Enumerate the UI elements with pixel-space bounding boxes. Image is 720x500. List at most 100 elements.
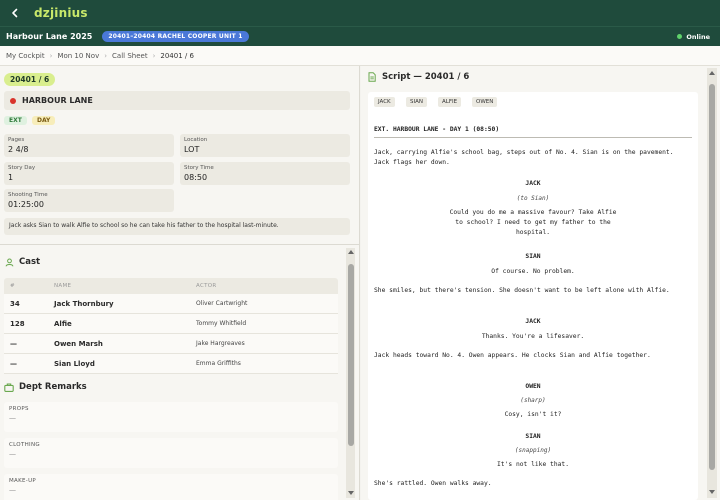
cast-name: Alfie [54,319,72,328]
tag-ext: EXT [4,116,27,125]
person-icon [4,257,14,267]
field-location: Location LOT [180,134,350,157]
field-label: Story Day [8,165,36,171]
project-bar: Harbour Lane 2025 20401–20404 RACHEL COO… [0,26,720,46]
table-row[interactable]: — Owen Marsh Jake Hargreaves [4,334,338,354]
script-title: Script — 20401 / 6 [382,72,470,82]
script-scroll-thumb[interactable] [709,84,715,470]
table-row[interactable]: 34 Jack Thornbury Oliver Cartwright [4,294,338,314]
field-value: 01:25:00 [8,200,44,209]
script-dialogue: Cosy, isn't it? [504,411,562,418]
app-logo: dzjinius [34,6,88,20]
cast-name: Jack Thornbury [54,299,114,308]
remark-label: PROPS [9,406,29,412]
scene-header: HARBOUR LANE [4,91,350,110]
script-action: Jack, carrying Alfie's school bag, steps… [374,149,674,166]
character-chip-alfie[interactable]: ALFIE [438,97,462,107]
document-icon [367,72,377,82]
script-action: Jack heads toward No. 4. Owen appears. H… [374,352,651,359]
cast-section-header: Cast [4,257,40,267]
table-row[interactable]: — Sian Lloyd Emma Griffiths [4,354,338,374]
remarks-section-header: Dept Remarks [4,382,87,392]
column-header-number: # [10,283,15,289]
field-label: Location [184,137,208,143]
cast-title: Cast [19,257,41,267]
remark-clothing: CLOTHING — [4,438,338,468]
connection-status: Online [677,33,714,41]
breadcrumb-cockpit[interactable]: My Cockpit [6,52,45,60]
script-character: OWEN [525,383,541,390]
script-action: She's rattled. Owen walks away. [374,480,492,487]
briefcase-icon [4,382,14,392]
scroll-down-arrow-icon[interactable] [709,490,715,494]
cast-actor: Oliver Cartwright [196,300,248,307]
character-chip-owen[interactable]: OWEN [472,97,498,107]
script-dialogue: Thanks. You're a lifesaver. [481,333,585,340]
field-label: Shooting Time [8,192,48,198]
remark-label: CLOTHING [9,442,40,448]
column-header-name: NAME [54,283,72,289]
breadcrumb: My Cockpit › Mon 10 Nov › Call Sheet › 2… [0,46,720,66]
script-scrollbar[interactable] [707,68,717,498]
cast-table-header: # NAME ACTOR [4,278,338,294]
field-pages: Pages 2 4/8 [4,134,174,157]
project-title: Harbour Lane 2025 [6,32,93,41]
remark-label: MAKE-UP [9,478,37,484]
cast-number: — [10,339,17,348]
script-parenthetical: (snapping) [514,447,552,454]
remark-value: — [9,486,16,494]
breadcrumb-scene: 20401 / 6 [160,51,194,60]
remark-make-up: MAKE-UP — [4,474,338,500]
field-story-day: Story Day 1 [4,162,174,185]
left-scroll-thumb[interactable] [347,264,354,446]
remark-value: — [9,414,16,422]
status-label: Online [686,32,710,41]
online-dot-icon [677,34,683,39]
scroll-up-arrow-icon[interactable] [709,71,715,75]
scene-detail-panel: 20401 / 6 HARBOUR LANE EXT DAY Pages 2 4… [0,66,360,500]
field-value: 1 [8,173,14,182]
field-label: Pages [8,137,25,143]
script-page[interactable]: JACK SIAN ALFIE OWEN EXT. HARBOUR LANE -… [368,92,698,500]
breadcrumb-separator: › [49,51,53,60]
script-action: She smiles, but there's tension. She doe… [374,287,670,294]
script-dialogue: Of course. No problem. [491,268,575,275]
unit-badge[interactable]: 20401–20404 RACHEL COOPER UNIT 1 [102,31,249,42]
scroll-down-arrow-icon[interactable] [347,491,354,495]
scene-synopsis: Jack asks Sian to walk Alfie to school s… [4,218,350,235]
remarks-title: Dept Remarks [19,382,87,392]
script-character: JACK [525,180,541,187]
field-shooting-time: Shooting Time 01:25:00 [4,189,174,212]
breadcrumb-date[interactable]: Mon 10 Nov [57,52,99,60]
script-character: JACK [525,318,541,325]
field-story-time: Story Time 08:50 [180,162,350,185]
tag-day: DAY [32,116,56,125]
top-bar: dzjinius [0,0,720,26]
scene-lower-scroll-area[interactable]: Cast # NAME ACTOR 34 Jack Thornbury Oliv… [0,245,345,500]
character-chip-sian[interactable]: SIAN [406,97,427,107]
back-button[interactable] [8,6,22,20]
script-header: Script — 20401 / 6 [367,72,469,82]
cast-actor: Tommy Whitfield [196,320,247,327]
scene-color-dot-icon [10,97,16,104]
scene-number-chip: 20401 / 6 [4,73,56,86]
scroll-up-arrow-icon[interactable] [347,250,354,254]
cast-name: Sian Lloyd [54,359,95,368]
cast-number: — [10,359,17,368]
scene-title: HARBOUR LANE [22,96,93,105]
field-value: LOT [184,145,200,154]
cast-table: # NAME ACTOR 34 Jack Thornbury Oliver Ca… [4,278,338,374]
script-parenthetical: (to Sian) [516,195,550,202]
field-value: 08:50 [184,173,208,182]
breadcrumb-separator: › [104,51,108,60]
script-dialogue: Could you do me a massive favour? Take A… [449,209,617,236]
left-scrollbar[interactable] [346,248,355,498]
script-character: SIAN [525,253,541,260]
breadcrumb-call-sheet[interactable]: Call Sheet [112,52,148,60]
table-row[interactable]: 128 Alfie Tommy Whitfield [4,314,338,334]
cast-number: 34 [10,299,20,308]
character-chip-jack[interactable]: JACK [374,97,395,107]
column-header-actor: ACTOR [196,283,217,289]
cast-name: Owen Marsh [54,339,103,348]
remark-props: PROPS — [4,402,338,432]
